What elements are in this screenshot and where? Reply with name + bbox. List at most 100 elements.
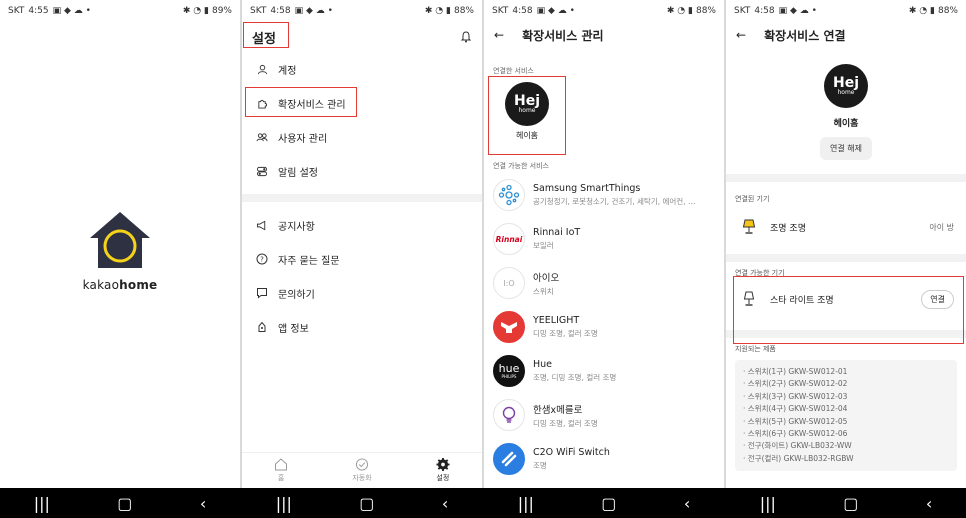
splash-screen: SKT 4:55 ▣ ◆ ☁ • ✱ ◔ ▮ 89% kakaohome (0, 0, 240, 488)
list-item[interactable]: hue PHILIPS Hue 조명, 디밍 조명, 컬러 조명 (484, 349, 724, 393)
list-item[interactable]: Rinnai Rinnai IoT 보일러 (484, 217, 724, 261)
back-arrow-icon[interactable]: ← (494, 28, 504, 42)
page-title: 확장서비스 연결 (764, 28, 846, 43)
service-desc: 공기청정기, 로봇청소기, 건조기, 세탁기, 에어컨, … (533, 197, 696, 206)
list-item[interactable]: I:O 아이오 스위치 (484, 261, 724, 305)
signal-icons: ✱ ◔ ▮ (666, 6, 693, 16)
yeelight-icon (493, 311, 525, 343)
list-item[interactable]: 한샘x메를로 디밍 조명, 컬러 조명 (484, 393, 724, 437)
signal-icons: ✱ ◔ ▮ (182, 6, 209, 16)
connect-button[interactable]: 연결 (921, 289, 954, 309)
chat-icon (256, 287, 268, 299)
device-name: 조명 조명 (770, 223, 806, 234)
recent-apps-icon[interactable]: ||| (518, 494, 534, 513)
menu-label: 알림 설정 (278, 167, 318, 179)
tab-home[interactable]: 홈 (274, 458, 288, 483)
bulb-icon (493, 399, 525, 431)
puzzle-icon (256, 97, 268, 109)
extension-management-screen: SKT 4:58 ▣ ◆ ☁ • ✱ ◔ ▮ 88% ← 확장서비스 관리 연결한 서… (484, 0, 724, 488)
list-item: · 전구(화이트) GKW-LB032-WW (743, 441, 852, 451)
service-desc: 보일러 (533, 241, 554, 250)
menu-item-notification-settings[interactable]: 알림 설정 (242, 154, 482, 188)
menu-item-account[interactable]: 계정 (242, 52, 482, 86)
service-name: 헤이홈 (833, 119, 859, 129)
service-desc: 스위치 (533, 286, 554, 296)
list-item: · 스위치(4구) GKW-SW012-04 (743, 404, 848, 414)
bell-icon[interactable] (460, 31, 472, 43)
home-button-icon[interactable]: ▢ (601, 494, 616, 513)
battery-text: 88% (453, 6, 474, 16)
connected-service-hejhome[interactable]: Hej home 헤이홈 (490, 76, 564, 141)
service-name: C2O WiFi Switch (533, 447, 610, 458)
back-button-icon[interactable]: ‹ (200, 494, 206, 513)
megaphone-icon (256, 219, 268, 231)
menu-item-inquiry[interactable]: 문의하기 (242, 276, 482, 310)
section-divider (726, 174, 966, 182)
section-divider (726, 254, 966, 262)
available-services-list: Samsung SmartThings 공기청정기, 로봇청소기, 건조기, 세탁… (484, 173, 724, 481)
users-icon (256, 131, 268, 143)
settings-header: 설정 (242, 22, 482, 52)
carrier-text: SKT (8, 6, 25, 16)
recent-apps-icon[interactable]: ||| (34, 494, 50, 513)
home-button-icon[interactable]: ▢ (117, 494, 132, 513)
notification-icons: ▣ ◆ ☁ • (778, 6, 817, 16)
menu-item-user-management[interactable]: 사용자 관리 (242, 120, 482, 154)
battery-text: 88% (695, 6, 716, 16)
list-item[interactable]: C2O WiFi Switch 조명 (484, 437, 724, 481)
recent-apps-icon[interactable]: ||| (276, 494, 292, 513)
clock-text: 4:58 (270, 6, 291, 16)
menu-item-app-info[interactable]: 앱 정보 (242, 310, 482, 344)
menu-item-extension-services[interactable]: 확장서비스 관리 (242, 86, 482, 120)
connected-service-name: 헤이홈 (515, 131, 539, 140)
c2o-icon (493, 443, 525, 475)
back-button-icon[interactable]: ‹ (926, 494, 932, 513)
list-item[interactable]: Samsung SmartThings 공기청정기, 로봇청소기, 건조기, 세탁… (484, 173, 724, 217)
extension-connect-screen: SKT 4:58 ▣ ◆ ☁ • ✱ ◔ ▮ 88% ← 확장서비스 연결 Hej ho… (726, 0, 966, 488)
back-button-icon[interactable]: ‹ (684, 494, 690, 513)
menu-label: 사용자 관리 (278, 133, 328, 145)
service-desc: 디밍 조명, 컬러 조명 (533, 329, 598, 338)
list-item: · 스위치(5구) GKW-SW012-05 (743, 416, 848, 426)
home-button-icon[interactable]: ▢ (843, 494, 858, 513)
person-icon (256, 63, 268, 75)
page-header: ← 확장서비스 연결 (726, 22, 966, 48)
status-bar: SKT 4:58 ▣ ◆ ☁ • ✱ ◔ ▮ 88% (484, 0, 724, 22)
menu-group-support: 공지사항 ? 자주 묻는 질문 문의하기 앱 정보 (242, 208, 482, 344)
available-devices-label: 연결 가능한 기기 (735, 269, 785, 277)
menu-item-notices[interactable]: 공지사항 (242, 208, 482, 242)
tab-automation[interactable]: 자동화 (352, 458, 372, 483)
available-services-label: 연결 가능한 서비스 (493, 162, 549, 170)
service-name: Hue (533, 359, 553, 370)
home-button-icon[interactable]: ▢ (359, 494, 374, 513)
page-header: ← 확장서비스 관리 (484, 22, 724, 48)
connected-device-row[interactable]: 조명 조명 아이 방 (726, 210, 966, 244)
clock-text: 4:55 (28, 6, 49, 16)
home-icon (275, 458, 288, 471)
back-button-icon[interactable]: ‹ (442, 494, 448, 513)
connected-services-label: 연결한 서비스 (493, 67, 534, 75)
io-icon: I:O (493, 267, 525, 299)
available-device-row: 스타 라이트 조명 연결 (726, 282, 966, 316)
notification-icons: ▣ ◆ ☁ • (536, 6, 575, 16)
list-item: · 전구(컬러) GKW-LB032-RGBW (743, 453, 854, 463)
gear-icon (436, 458, 450, 471)
signal-icons: ✱ ◔ ▮ (424, 6, 451, 16)
recent-apps-icon[interactable]: ||| (760, 494, 776, 513)
system-navigation-bar: ||| ▢ ‹ ||| ▢ ‹ ||| ▢ ‹ ||| ▢ ‹ (0, 488, 966, 518)
tab-settings[interactable]: 설정 (436, 458, 450, 483)
menu-item-faq[interactable]: ? 자주 묻는 질문 (242, 242, 482, 276)
disconnect-button[interactable]: 연결 해제 (820, 137, 872, 160)
connected-devices-label: 연결된 기기 (735, 195, 770, 203)
service-name: 한샘x메를로 (533, 404, 583, 416)
rinnai-icon: Rinnai (493, 223, 525, 255)
tab-label: 홈 (277, 474, 285, 482)
list-item[interactable]: YEELIGHT 디밍 조명, 컬러 조명 (484, 305, 724, 349)
carrier-text: SKT (492, 6, 509, 16)
back-arrow-icon[interactable]: ← (736, 28, 746, 42)
status-bar: SKT 4:58 ▣ ◆ ☁ • ✱ ◔ ▮ 88% (242, 0, 482, 22)
check-circle-icon (355, 458, 369, 471)
hejhome-logo-icon: Hej home (505, 82, 549, 126)
smartthings-icon (493, 179, 525, 211)
toggle-icon (256, 165, 268, 177)
